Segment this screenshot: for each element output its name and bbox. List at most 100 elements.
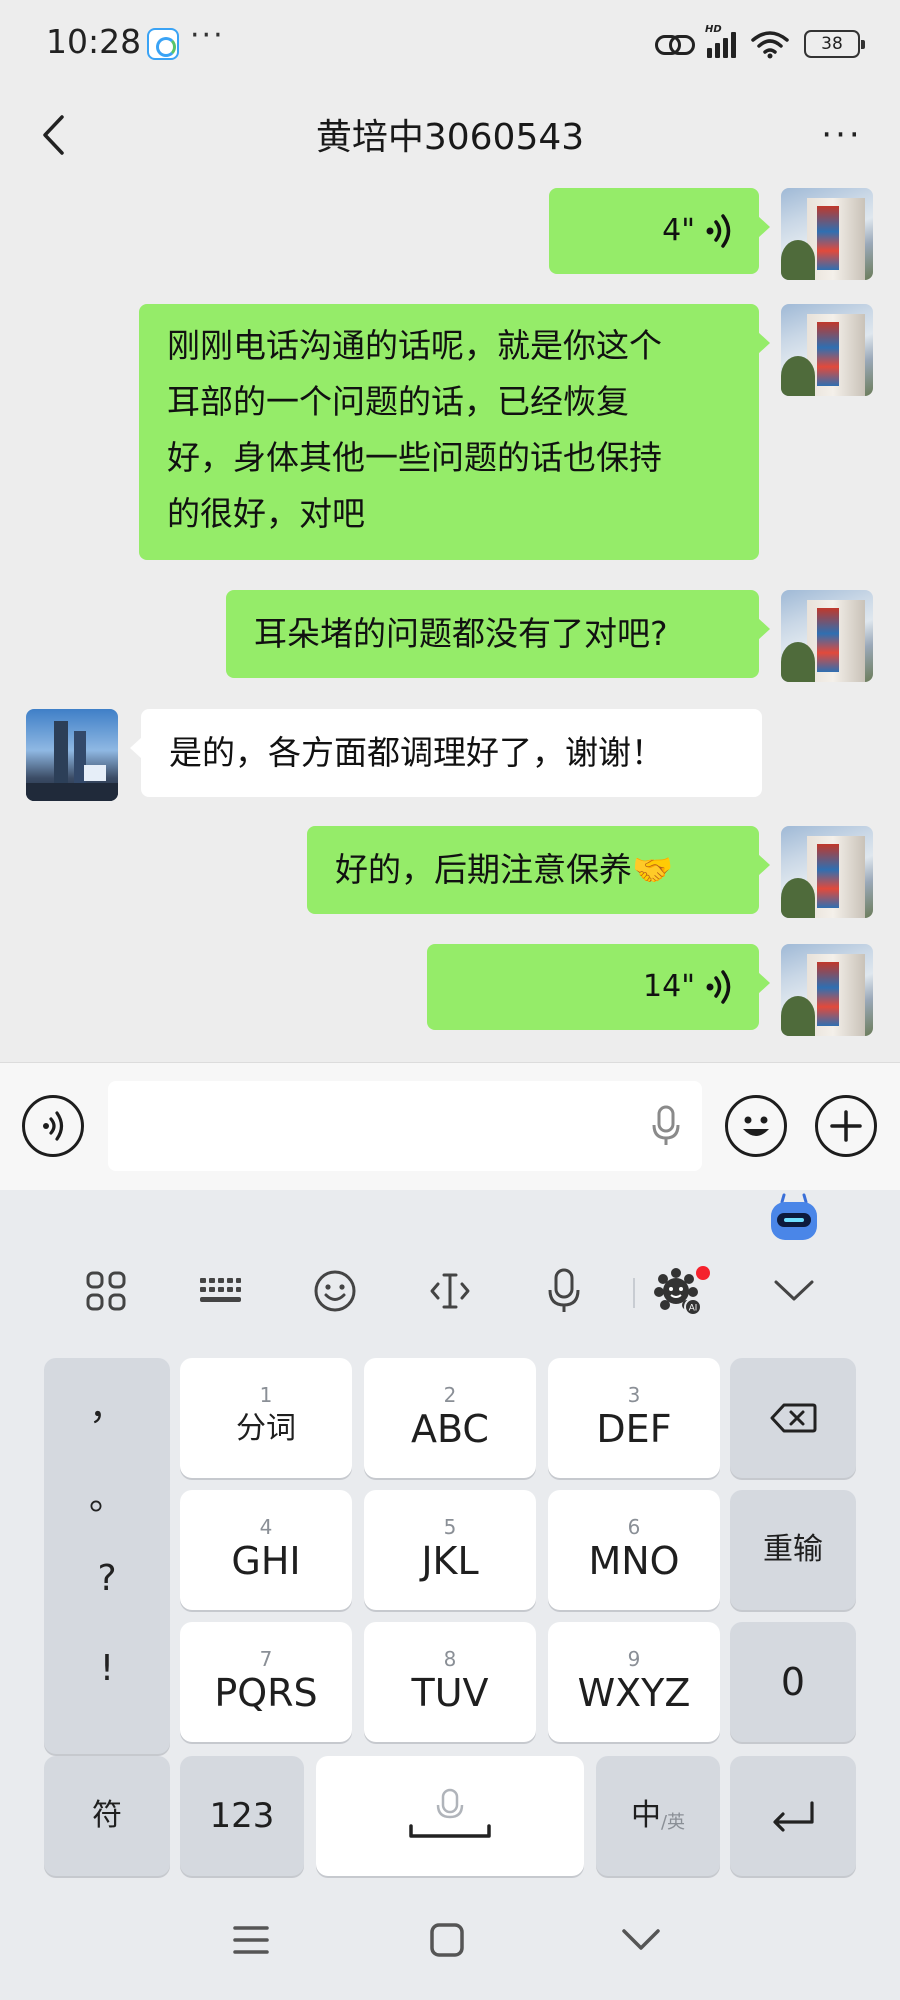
add-more-button[interactable] xyxy=(815,1095,877,1157)
contact-avatar[interactable] xyxy=(26,709,118,801)
enter-key[interactable] xyxy=(730,1756,856,1876)
key-label: 分词 xyxy=(236,1411,296,1446)
my-avatar[interactable] xyxy=(781,944,873,1036)
lang-sub-label: /英 xyxy=(660,1812,686,1833)
key-9-wxyz[interactable]: 9 WXYZ xyxy=(548,1622,720,1742)
notification-app-icon xyxy=(147,28,179,60)
message-input[interactable] xyxy=(108,1081,702,1171)
key-2-abc[interactable]: 2 ABC xyxy=(364,1358,536,1478)
key-4-ghi[interactable]: 4 GHI xyxy=(180,1490,352,1610)
chat-title: 黄培中3060543 xyxy=(315,117,585,158)
key-7-pqrs[interactable]: 7 PQRS xyxy=(180,1622,352,1742)
smiley-icon xyxy=(743,1116,769,1136)
voice-wave-icon xyxy=(706,214,731,248)
keyboard-layout-button[interactable] xyxy=(190,1258,250,1324)
cursor-edit-button[interactable] xyxy=(420,1258,480,1324)
hd-label: HD xyxy=(705,24,722,35)
ai-assistant-icon[interactable] xyxy=(768,1192,820,1244)
punct-period[interactable]: 。 xyxy=(44,1468,170,1520)
home-square-icon xyxy=(430,1923,464,1957)
text-message[interactable]: 耳朵堵的问题都没有了对吧? xyxy=(226,590,770,678)
ai-skin-button[interactable]: AI xyxy=(648,1258,710,1324)
message-line: 刚刚电话沟通的话呢，就是你这个 xyxy=(167,326,662,365)
grid-menu-button[interactable] xyxy=(76,1258,136,1324)
my-avatar[interactable] xyxy=(781,188,873,280)
reenter-key[interactable]: 重输 xyxy=(730,1490,856,1610)
key-1-fenci[interactable]: 1 分词 xyxy=(180,1358,352,1478)
voice-wave-icon xyxy=(706,970,731,1004)
grid-icon xyxy=(86,1271,126,1311)
microphone-icon[interactable] xyxy=(652,1105,680,1147)
key-8-tuv[interactable]: 8 TUV xyxy=(364,1622,536,1742)
message-line: 好，身体其他一些问题的话也保持 xyxy=(167,438,662,477)
key-number: 5 xyxy=(443,1515,457,1539)
key-5-jkl[interactable]: 5 JKL xyxy=(364,1490,536,1610)
key-label: 符 xyxy=(92,1798,122,1833)
key-label: GHI xyxy=(231,1539,301,1583)
text-message[interactable]: 好的，后期注意保养🤝 xyxy=(307,826,770,914)
language-switch-key[interactable]: 中 /英 xyxy=(596,1756,720,1876)
punct-comma[interactable]: ， xyxy=(44,1378,170,1430)
my-avatar[interactable] xyxy=(781,590,873,682)
text-message[interactable]: 是的，各方面都调理好了，谢谢！ xyxy=(130,709,762,797)
message-text: 好的，后期注意保养🤝 xyxy=(335,850,674,889)
enter-icon xyxy=(773,1801,814,1832)
voice-duration: 4" xyxy=(662,213,695,248)
chat-header: 黄培中3060543 ··· xyxy=(0,84,900,184)
space-key[interactable] xyxy=(316,1756,584,1876)
key-number: 1 xyxy=(259,1383,273,1407)
collapse-keyboard-button[interactable] xyxy=(764,1258,824,1324)
message-line: 耳部的一个问题的话，已经恢复 xyxy=(167,382,629,421)
punctuation-column[interactable]: ， 。 ? ! xyxy=(44,1358,170,1754)
key-label: 0 xyxy=(780,1660,806,1704)
notification-dot xyxy=(696,1266,710,1280)
key-label: 重输 xyxy=(763,1532,823,1567)
chevron-down-icon xyxy=(622,1929,660,1950)
more-button[interactable]: ··· xyxy=(812,110,872,160)
back-gesture-button[interactable] xyxy=(606,1910,676,1970)
message-list[interactable]: 4" 刚刚电话沟通的话呢，就是你这个 耳部的一个问题的话，已经恢复 好，身体其他… xyxy=(0,184,900,1062)
symbol-key[interactable]: 符 xyxy=(44,1756,170,1876)
system-navigation-bar xyxy=(0,1888,900,2000)
more-notifications-icon: ··· xyxy=(190,18,225,53)
voice-duration: 14" xyxy=(643,969,695,1004)
key-label: ABC xyxy=(411,1407,489,1451)
key-number: 7 xyxy=(259,1647,273,1671)
voice-wave-icon xyxy=(43,1111,64,1141)
keyboard: AI ， 。 ? ! 1 分词 2 ABC 3 DEF 4 GHI 5 JKL … xyxy=(0,1190,900,2000)
voice-message[interactable]: 14" xyxy=(427,944,770,1030)
chevron-down-icon xyxy=(774,1280,814,1301)
emoji-button[interactable] xyxy=(725,1095,787,1157)
voice-mode-button[interactable] xyxy=(22,1095,84,1157)
key-3-def[interactable]: 3 DEF xyxy=(548,1358,720,1478)
key-6-mno[interactable]: 6 MNO xyxy=(548,1490,720,1610)
voice-input-button[interactable] xyxy=(534,1258,594,1324)
key-label: 123 xyxy=(209,1796,275,1836)
key-label: WXYZ xyxy=(577,1671,691,1715)
wifi-icon xyxy=(751,31,789,59)
smiley-icon xyxy=(314,1270,356,1312)
recent-apps-button[interactable] xyxy=(216,1910,286,1970)
key-number: 6 xyxy=(627,1515,641,1539)
text-cursor-icon xyxy=(430,1273,470,1309)
home-button[interactable] xyxy=(412,1910,482,1970)
key-label: TUV xyxy=(411,1671,489,1715)
punct-question[interactable]: ? xyxy=(44,1558,170,1599)
key-number: 9 xyxy=(627,1647,641,1671)
status-bar: 10:28 ··· HD 38 xyxy=(0,0,900,84)
voice-message[interactable]: 4" xyxy=(549,188,770,274)
message-line: 的很好，对吧 xyxy=(167,494,365,533)
backspace-key[interactable] xyxy=(730,1358,856,1478)
ai-badge-label: AI xyxy=(689,1303,698,1313)
emoji-panel-button[interactable] xyxy=(305,1258,365,1324)
numbers-key[interactable]: 123 xyxy=(180,1756,304,1876)
key-number: 8 xyxy=(443,1647,457,1671)
my-avatar[interactable] xyxy=(781,304,873,396)
my-avatar[interactable] xyxy=(781,826,873,918)
menu-icon xyxy=(233,1926,269,1954)
punct-exclaim[interactable]: ! xyxy=(44,1648,170,1689)
keyboard-icon xyxy=(200,1278,241,1302)
key-0[interactable]: 0 xyxy=(730,1622,856,1742)
key-label: DEF xyxy=(596,1407,672,1451)
text-message[interactable]: 刚刚电话沟通的话呢，就是你这个 耳部的一个问题的话，已经恢复 好，身体其他一些问… xyxy=(139,304,770,560)
